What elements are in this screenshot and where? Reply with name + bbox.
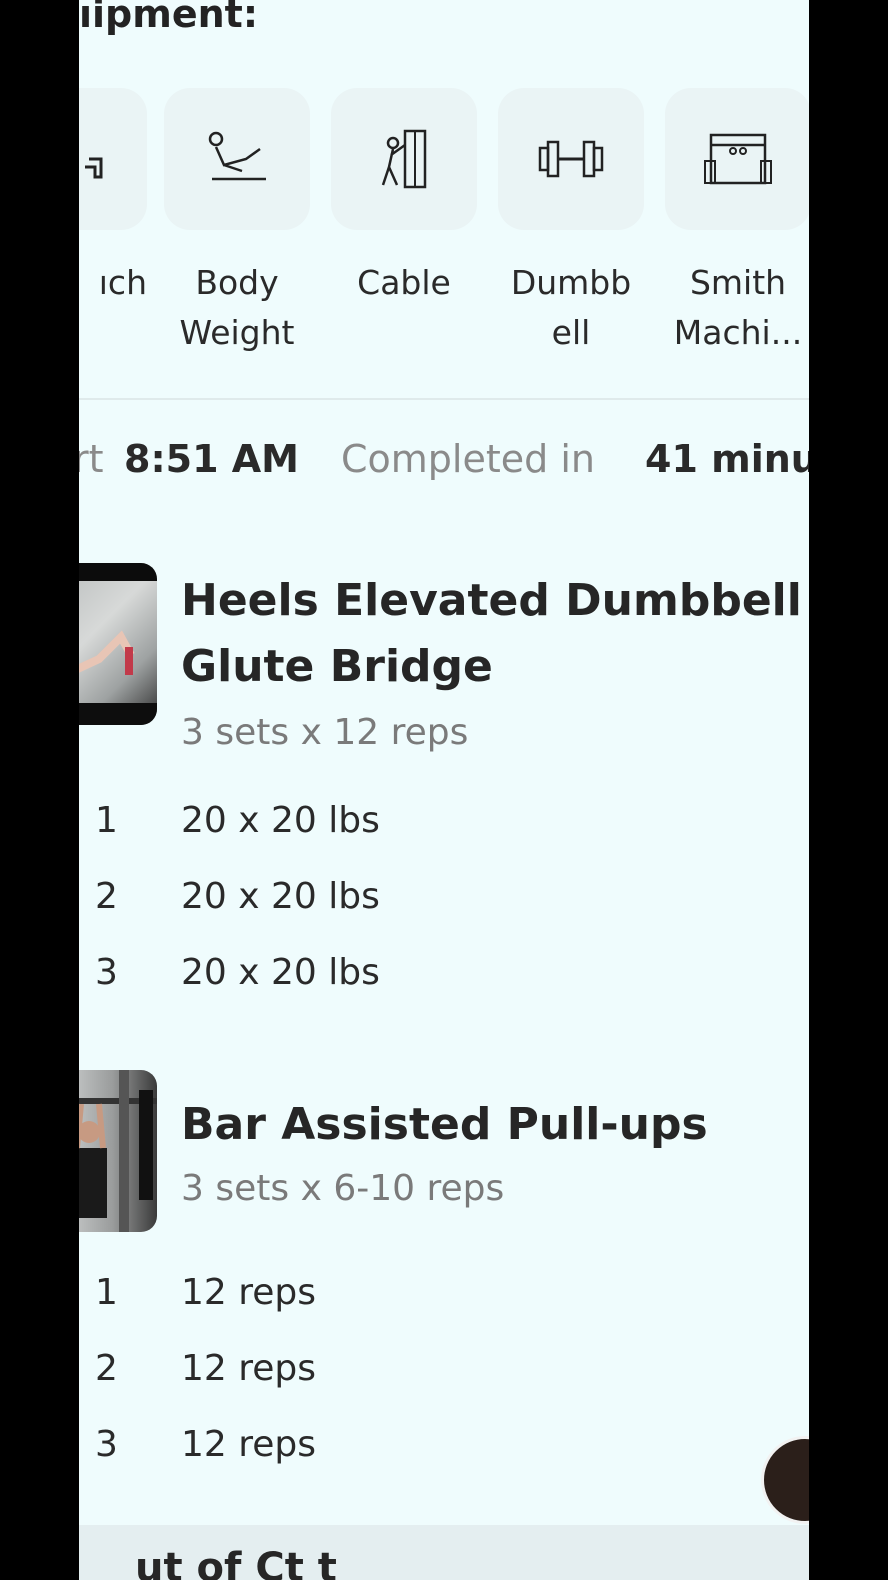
dumbbell-icon	[538, 140, 604, 178]
set-value: 20 x 20 lbs	[181, 952, 380, 993]
set-number: 2	[95, 876, 118, 917]
smith-machine-icon	[704, 133, 772, 185]
divider	[79, 398, 809, 400]
equipment-item-cable[interactable]: Cable	[331, 88, 477, 308]
equipment-tile[interactable]	[665, 88, 809, 230]
start-time: 8:51 AM	[124, 437, 299, 481]
exercise-scheme: 3 sets x 12 reps	[181, 712, 469, 753]
set-value: 20 x 20 lbs	[181, 800, 380, 841]
exercise-title[interactable]: Heels Elevated Dumbbell	[181, 568, 802, 634]
equipment-item-dumbbell[interactable]: Dumbb ell	[498, 88, 644, 358]
equipment-heading: ıipment:	[79, 0, 259, 36]
set-value: 12 reps	[181, 1424, 317, 1465]
glute-bridge-photo	[79, 563, 157, 725]
pull-up-photo	[79, 1070, 157, 1232]
set-number: 3	[95, 1424, 118, 1465]
exercise-scheme: 3 sets x 6-10 reps	[181, 1168, 505, 1209]
set-number: 1	[95, 800, 118, 841]
start-label: rt	[79, 437, 104, 481]
equipment-label: Dumbb ell	[510, 263, 632, 352]
set-value: 20 x 20 lbs	[181, 876, 380, 917]
duration: 41 minu	[645, 437, 809, 481]
equipment-tile[interactable]	[164, 88, 310, 230]
trainer-avatar-button[interactable]	[761, 1436, 809, 1524]
set-value: 12 reps	[181, 1348, 317, 1389]
equipment-tile[interactable]	[331, 88, 477, 230]
exercise-title-line2[interactable]: Glute Bridge	[181, 634, 493, 700]
equipment-tile[interactable]	[79, 88, 147, 230]
cable-machine-icon	[381, 129, 427, 189]
equipment-item-body-weight[interactable]: Body Weight	[164, 88, 310, 358]
exercise-thumbnail[interactable]	[79, 563, 157, 725]
equipment-label: ıch	[98, 263, 147, 302]
exercise-title[interactable]: Bar Assisted Pull-ups	[181, 1092, 708, 1158]
set-value: 12 reps	[181, 1272, 317, 1313]
equipment-label: Smith Machi...	[673, 263, 803, 352]
bench-icon	[85, 157, 103, 179]
equipment-item-bench[interactable]: ıch	[79, 88, 147, 308]
equipment-label: Body Weight	[179, 263, 295, 352]
equipment-tile[interactable]	[498, 88, 644, 230]
set-number: 2	[95, 1348, 118, 1389]
body-weight-icon	[208, 131, 266, 181]
exercise-thumbnail[interactable]	[79, 1070, 157, 1232]
completed-label: Completed in	[341, 437, 595, 481]
set-number: 1	[95, 1272, 118, 1313]
workout-detail-screen: ıipment: ıch Body Weight Cable Dumbb ell…	[79, 0, 809, 1580]
equipment-item-smith-machine[interactable]: Smith Machi...	[665, 88, 809, 358]
equipment-label: Cable	[357, 263, 451, 302]
next-section-heading: ut of Ct t	[135, 1545, 337, 1580]
set-number: 3	[95, 952, 118, 993]
equipment-carousel[interactable]: ıch Body Weight Cable Dumbb ell Smith Ma…	[79, 88, 809, 388]
